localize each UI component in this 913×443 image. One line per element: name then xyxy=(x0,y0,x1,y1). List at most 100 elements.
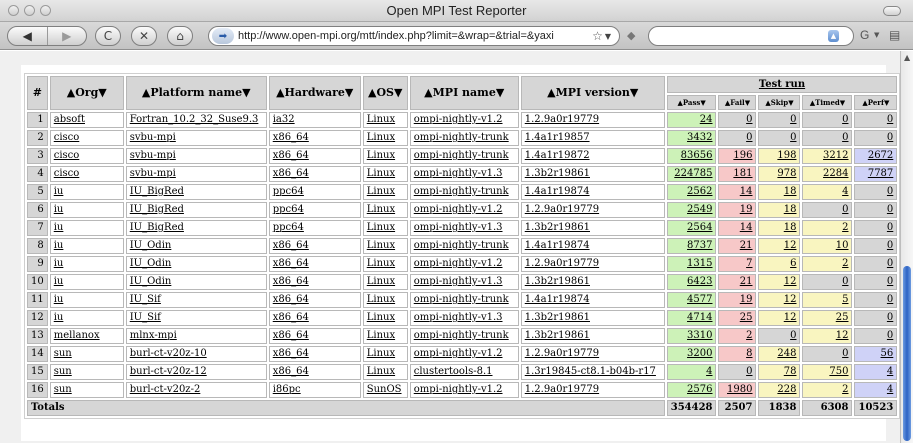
platform-link[interactable]: burl-ct-v20z-10 xyxy=(125,346,267,362)
platform-link[interactable]: IU_Sif xyxy=(125,292,267,308)
home-button[interactable]: ⌂ xyxy=(167,26,193,46)
hardware-link[interactable]: ppc64 xyxy=(268,202,361,218)
org-link[interactable]: sun xyxy=(49,382,124,398)
pass-count-link[interactable]: 24 xyxy=(666,112,717,128)
hardware-link[interactable]: x86_64 xyxy=(268,130,361,146)
mpi-version-link[interactable]: 1.2.9a0r19779 xyxy=(520,256,665,272)
os-link[interactable]: SunOS xyxy=(362,382,408,398)
search-engine-chevron-icon[interactable]: ▼ xyxy=(874,31,879,39)
bookmark-star-icon[interactable]: ☆ xyxy=(592,29,603,43)
mpi-name-link[interactable]: ompi-nightly-trunk xyxy=(409,292,519,308)
org-link[interactable]: cisco xyxy=(49,166,124,182)
pass-count-link[interactable]: 2562 xyxy=(666,184,717,200)
column-header-perf[interactable]: ▲Perf▼ xyxy=(854,95,898,110)
org-link[interactable]: sun xyxy=(49,346,124,362)
timed-count-link[interactable]: 2284 xyxy=(802,166,853,182)
mpi-version-link[interactable]: 1.4a1r19857 xyxy=(520,130,665,146)
column-header-mpi-version[interactable]: ▲MPI version▼ xyxy=(520,76,665,110)
os-link[interactable]: Linux xyxy=(362,148,408,164)
hardware-link[interactable]: x86_64 xyxy=(268,364,361,380)
perf-count-link[interactable]: 0 xyxy=(854,112,898,128)
org-link[interactable]: iu xyxy=(49,256,124,272)
platform-link[interactable]: IU_BigRed xyxy=(125,202,267,218)
fail-count-link[interactable]: 2 xyxy=(718,328,757,344)
column-header-hardware[interactable]: ▲Hardware▼ xyxy=(268,76,361,110)
fail-count-link[interactable]: 181 xyxy=(718,166,757,182)
mpi-name-link[interactable]: ompi-nightly-trunk xyxy=(409,130,519,146)
pass-count-link[interactable]: 8737 xyxy=(666,238,717,254)
hardware-link[interactable]: x86_64 xyxy=(268,310,361,326)
os-link[interactable]: Linux xyxy=(362,238,408,254)
skip-count-link[interactable]: 78 xyxy=(758,364,801,380)
hardware-link[interactable]: x86_64 xyxy=(268,166,361,182)
pass-count-link[interactable]: 224785 xyxy=(666,166,717,182)
perf-count-link[interactable]: 0 xyxy=(854,184,898,200)
mpi-name-link[interactable]: ompi-nightly-v1.2 xyxy=(409,112,519,128)
mpi-version-link[interactable]: 1.2.9a0r19779 xyxy=(520,346,665,362)
fail-count-link[interactable]: 21 xyxy=(718,274,757,290)
platform-link[interactable]: IU_Odin xyxy=(125,238,267,254)
column-header-pass[interactable]: ▲Pass▼ xyxy=(666,95,717,110)
pass-count-link[interactable]: 83656 xyxy=(666,148,717,164)
org-link[interactable]: absoft xyxy=(49,112,124,128)
timed-count-link[interactable]: 0 xyxy=(802,346,853,362)
os-link[interactable]: Linux xyxy=(362,364,408,380)
mpi-version-link[interactable]: 1.3b2r19861 xyxy=(520,328,665,344)
os-link[interactable]: Linux xyxy=(362,328,408,344)
mpi-version-link[interactable]: 1.4a1r19874 xyxy=(520,238,665,254)
pass-count-link[interactable]: 3310 xyxy=(666,328,717,344)
timed-count-link[interactable]: 0 xyxy=(802,130,853,146)
google-search-icon[interactable]: G xyxy=(860,28,869,42)
perf-count-link[interactable]: 0 xyxy=(854,130,898,146)
skip-count-link[interactable]: 12 xyxy=(758,310,801,326)
hardware-link[interactable]: x86_64 xyxy=(268,274,361,290)
fail-count-link[interactable]: 25 xyxy=(718,310,757,326)
pass-count-link[interactable]: 4 xyxy=(666,364,717,380)
pass-count-link[interactable]: 4577 xyxy=(666,292,717,308)
mpi-name-link[interactable]: ompi-nightly-v1.3 xyxy=(409,220,519,236)
os-link[interactable]: Linux xyxy=(362,310,408,326)
mpi-version-link[interactable]: 1.3b2r19861 xyxy=(520,310,665,326)
mpi-version-link[interactable]: 1.3b2r19861 xyxy=(520,274,665,290)
column-header-org[interactable]: ▲Org▼ xyxy=(49,76,124,110)
platform-link[interactable]: Fortran_10.2_32_Suse9.3 xyxy=(125,112,267,128)
hardware-link[interactable]: x86_64 xyxy=(268,346,361,362)
os-link[interactable]: Linux xyxy=(362,274,408,290)
hardware-link[interactable]: x86_64 xyxy=(268,238,361,254)
timed-count-link[interactable]: 0 xyxy=(802,112,853,128)
perf-count-link[interactable]: 2672 xyxy=(854,148,898,164)
os-link[interactable]: Linux xyxy=(362,202,408,218)
fail-count-link[interactable]: 21 xyxy=(718,238,757,254)
platform-link[interactable]: burl-ct-v20z-2 xyxy=(125,382,267,398)
fail-count-link[interactable]: 14 xyxy=(718,184,757,200)
skip-count-link[interactable]: 0 xyxy=(758,112,801,128)
skip-count-link[interactable]: 6 xyxy=(758,256,801,272)
perf-count-link[interactable]: 7787 xyxy=(854,166,898,182)
perf-count-link[interactable]: 56 xyxy=(854,346,898,362)
skip-count-link[interactable]: 18 xyxy=(758,184,801,200)
hardware-link[interactable]: x86_64 xyxy=(268,292,361,308)
mpi-name-link[interactable]: ompi-nightly-trunk xyxy=(409,238,519,254)
timed-count-link[interactable]: 10 xyxy=(802,238,853,254)
os-link[interactable]: Linux xyxy=(362,112,408,128)
mpi-name-link[interactable]: ompi-nightly-trunk xyxy=(409,184,519,200)
column-header-mpi-name[interactable]: ▲MPI name▼ xyxy=(409,76,519,110)
perf-count-link[interactable]: 4 xyxy=(854,382,898,398)
org-link[interactable]: iu xyxy=(49,202,124,218)
hardware-link[interactable]: ia32 xyxy=(268,112,361,128)
mpi-name-link[interactable]: ompi-nightly-v1.3 xyxy=(409,274,519,290)
platform-link[interactable]: svbu-mpi xyxy=(125,130,267,146)
timed-count-link[interactable]: 4 xyxy=(802,184,853,200)
page-menu-icon[interactable]: ▤ xyxy=(889,28,900,42)
mpi-version-link[interactable]: 1.3r19845-ct8.1-b04b-r17 xyxy=(520,364,665,380)
org-link[interactable]: iu xyxy=(49,310,124,326)
org-link[interactable]: iu xyxy=(49,238,124,254)
org-link[interactable]: iu xyxy=(49,292,124,308)
skip-count-link[interactable]: 18 xyxy=(758,202,801,218)
os-link[interactable]: Linux xyxy=(362,346,408,362)
pass-count-link[interactable]: 1315 xyxy=(666,256,717,272)
platform-link[interactable]: mlnx-mpi xyxy=(125,328,267,344)
mpi-version-link[interactable]: 1.2.9a0r19779 xyxy=(520,202,665,218)
timed-count-link[interactable]: 0 xyxy=(802,274,853,290)
reload-button[interactable]: C xyxy=(95,26,121,46)
